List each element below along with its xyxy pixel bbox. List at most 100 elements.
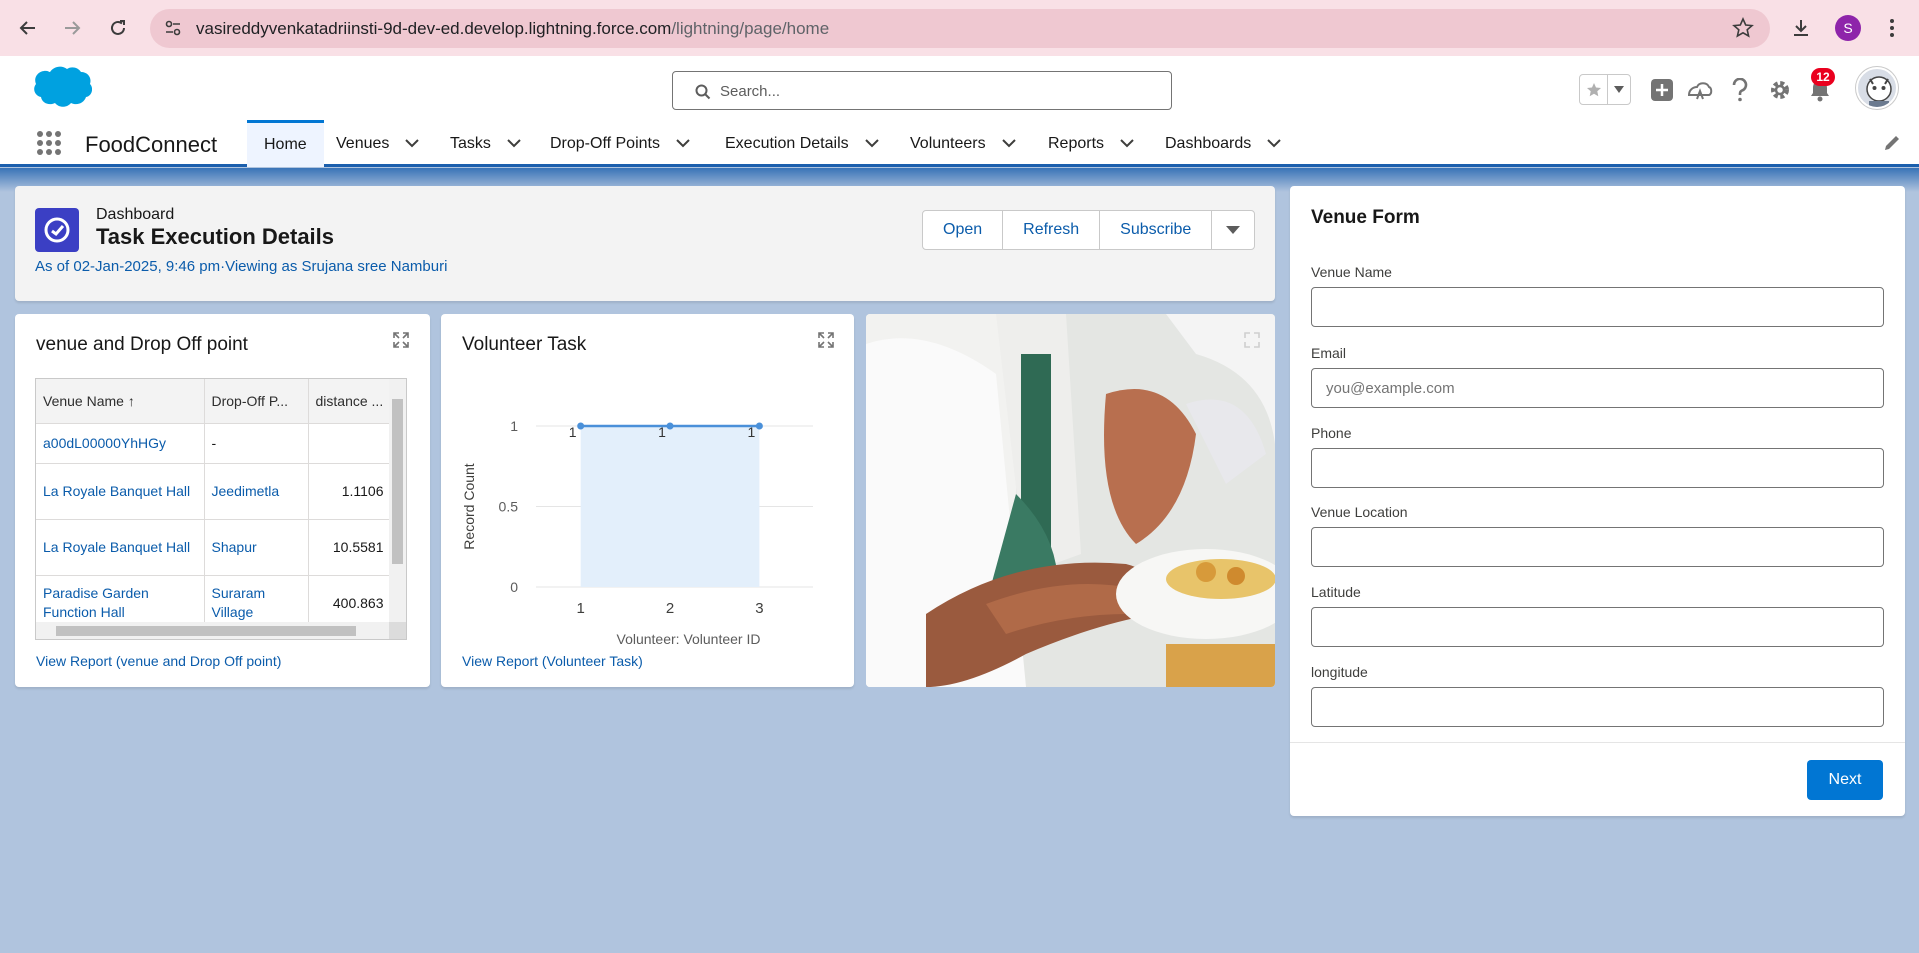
table-row: La Royale Banquet Hall Jeedimetla 1.1106 (36, 463, 392, 520)
edit-nav-pencil-icon[interactable] (1883, 134, 1901, 155)
dashboard-gauge-icon (35, 208, 79, 252)
data-label: 1 (569, 424, 577, 440)
address-bar[interactable]: vasireddyvenkatadriinsti-9d-dev-ed.devel… (150, 9, 1770, 48)
horizontal-scrollbar[interactable] (36, 622, 391, 639)
longitude-field[interactable] (1311, 687, 1884, 727)
app-name: FoodConnect (85, 132, 218, 157)
vertical-scrollbar[interactable] (389, 379, 406, 624)
venue-cell[interactable]: La Royale Banquet Hall (36, 519, 205, 576)
reload-icon[interactable] (102, 12, 134, 44)
chevron-down-icon[interactable] (507, 139, 521, 148)
open-button[interactable]: Open (923, 211, 1004, 249)
dashboard-button-group: Open Refresh Subscribe (922, 210, 1256, 250)
nav-item-dashboards[interactable]: Dashboards (1165, 120, 1281, 167)
chevron-down-icon[interactable] (405, 139, 420, 148)
nav-item-label: Tasks (450, 134, 491, 152)
widget-title: venue and Drop Off point (36, 334, 248, 355)
table-row: a00dL00000YhHGy - (36, 423, 392, 464)
y-tick-label: 0.5 (499, 499, 519, 515)
volunteer-task-chart: 0 0.5 1 1 1 1 1 2 3 Volunteer: Volunteer ID Record… (461, 418, 813, 647)
venue-cell[interactable]: La Royale Banquet Hall (36, 463, 205, 520)
data-label: 1 (658, 424, 666, 440)
chevron-down-icon[interactable] (1001, 139, 1016, 148)
global-actions-icon[interactable] (1648, 76, 1676, 104)
dropoff-cell[interactable]: Shapur (204, 519, 309, 576)
nav-item-reports[interactable]: Reports (1048, 120, 1134, 167)
latitude-field[interactable] (1311, 607, 1884, 647)
distance-cell (308, 423, 392, 464)
venue-cell[interactable]: a00dL00000YhHGy (36, 423, 205, 464)
phone-field[interactable] (1311, 448, 1884, 488)
venue-dropoff-widget: venue and Drop Off point Venue Name ↑ Dr… (15, 314, 430, 687)
subscribe-button[interactable]: Subscribe (1100, 211, 1213, 249)
view-report-link[interactable]: View Report (venue and Drop Off point) (36, 653, 281, 669)
more-actions-dropdown[interactable] (1212, 211, 1254, 249)
nav-item-drop-off-points[interactable]: Drop-Off Points (550, 120, 690, 167)
global-search-input[interactable]: Search... (672, 71, 1172, 110)
notification-count-badge: 12 (1811, 68, 1835, 86)
profile-initial: S (1835, 15, 1861, 41)
chevron-down-icon[interactable] (676, 139, 690, 148)
distance-cell: 10.5581 (308, 519, 392, 576)
sort-ascending-icon: ↑ (127, 392, 135, 409)
expand-icon[interactable] (1244, 332, 1260, 351)
nav-item-home[interactable]: Home (247, 120, 324, 167)
column-header-venue-name[interactable]: Venue Name ↑ (36, 379, 205, 424)
y-tick-label: 0 (510, 579, 518, 595)
expand-icon[interactable] (393, 332, 409, 351)
browser-toolbar: vasireddyvenkatadriinsti-9d-dev-ed.devel… (0, 0, 1919, 56)
column-header-label: Venue Name (43, 392, 124, 409)
nav-item-tasks[interactable]: Tasks (450, 120, 521, 167)
column-header-distance[interactable]: distance ... (308, 379, 392, 424)
nav-item-execution-details[interactable]: Execution Details (725, 120, 879, 167)
nav-item-venues[interactable]: Venues (336, 120, 420, 167)
chevron-down-icon[interactable] (864, 139, 879, 148)
favorites-group[interactable] (1579, 74, 1631, 105)
url-path: /lightning/page/home (671, 18, 830, 38)
expand-icon[interactable] (818, 332, 834, 351)
venue-location-field[interactable] (1311, 527, 1884, 567)
download-icon[interactable] (1785, 12, 1817, 44)
profile-avatar[interactable]: S (1832, 12, 1864, 44)
nav-item-label: Dashboards (1165, 134, 1252, 152)
chevron-down-icon[interactable] (1267, 139, 1281, 148)
view-report-link[interactable]: View Report (Volunteer Task) (462, 653, 643, 669)
dashboard-type-label: Dashboard (96, 206, 175, 223)
nav-item-label: Drop-Off Points (550, 134, 660, 152)
x-tick-label: 3 (755, 600, 763, 617)
email-field[interactable]: you@example.com (1311, 368, 1884, 408)
favorites-dropdown-icon[interactable] (1608, 75, 1630, 104)
venue-form-card: Venue Form Venue Name Email you@example.… (1290, 186, 1905, 816)
help-icon[interactable] (1726, 76, 1754, 104)
email-label: Email (1311, 345, 1347, 361)
nav-item-volunteers[interactable]: Volunteers (910, 120, 1016, 167)
site-settings-icon[interactable] (164, 19, 182, 40)
setup-gear-icon[interactable] (1766, 76, 1794, 104)
dropoff-cell[interactable]: Jeedimetla (204, 463, 309, 520)
favorite-star-icon[interactable] (1580, 75, 1608, 104)
nav-item-label: Home (264, 136, 307, 153)
forward-icon[interactable] (56, 12, 88, 44)
form-footer-divider (1290, 742, 1905, 743)
x-tick-label: 2 (666, 600, 674, 617)
chevron-down-icon (1226, 225, 1241, 234)
refresh-button[interactable]: Refresh (1003, 211, 1101, 249)
salesforce-logo[interactable] (20, 64, 93, 117)
venue-name-field[interactable] (1311, 287, 1884, 327)
dashboard-title: Task Execution Details (96, 224, 335, 249)
user-avatar[interactable] (1856, 67, 1898, 109)
more-menu-icon[interactable] (1876, 12, 1908, 44)
chevron-down-icon[interactable] (1120, 139, 1134, 148)
bookmark-star-icon[interactable] (1732, 17, 1754, 42)
dashboard-meta: As of 02-Jan-2025, 9:46 pm·Viewing as Sr… (35, 258, 448, 275)
column-header-drop-off-point[interactable]: Drop-Off P... (204, 379, 309, 424)
app-launcher-icon[interactable] (36, 130, 62, 159)
phone-label: Phone (1311, 425, 1352, 441)
dashboard-header-card: Dashboard Task Execution Details As of 0… (15, 186, 1275, 301)
food-serving-image (866, 314, 1275, 687)
longitude-label: longitude (1311, 664, 1368, 680)
next-button[interactable]: Next (1807, 760, 1883, 800)
dropoff-cell: - (204, 423, 309, 464)
back-icon[interactable] (12, 12, 44, 44)
trailhead-guidance-icon[interactable] (1686, 76, 1714, 104)
